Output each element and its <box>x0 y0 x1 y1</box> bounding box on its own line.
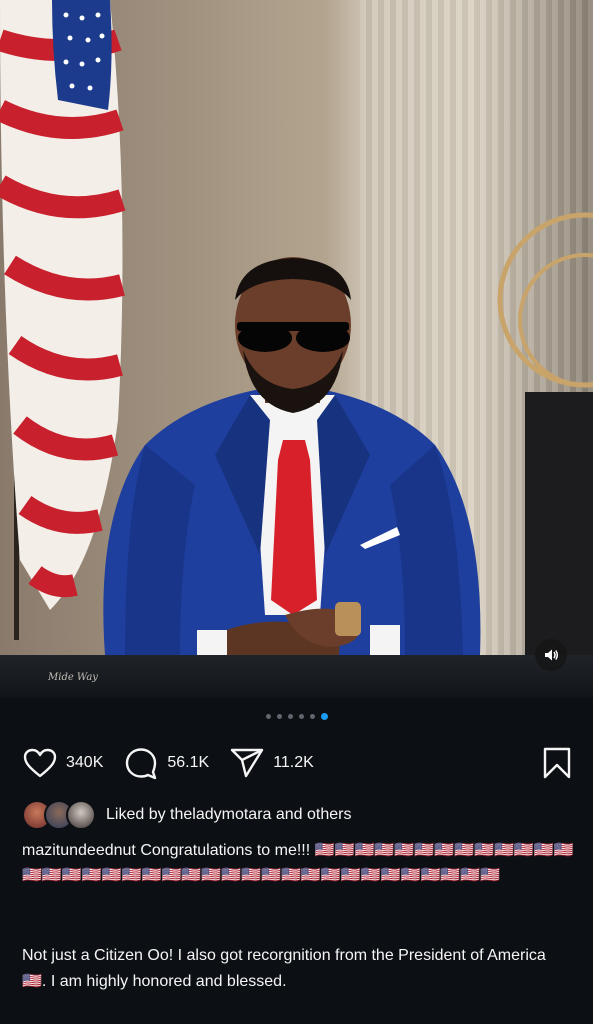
post-action-bar: 340K 56.1K 11.2K <box>22 745 572 781</box>
caption-paragraph-flag: 🇺🇸 <box>22 973 42 990</box>
caption-text: Congratulations to me!!! <box>140 842 311 859</box>
caption-username[interactable]: mazitundeednut <box>22 842 136 859</box>
post-caption: mazitundeednut Congratulations to me!!! … <box>22 838 574 888</box>
avatar <box>66 800 96 830</box>
send-icon <box>230 748 264 778</box>
heart-icon <box>23 748 57 778</box>
share-count: 11.2K <box>273 754 314 771</box>
liker-avatars <box>22 800 96 830</box>
carousel-indicator <box>0 713 593 720</box>
save-button[interactable] <box>542 747 572 784</box>
carousel-dot[interactable] <box>287 714 293 719</box>
carousel-dot[interactable] <box>265 714 271 719</box>
carousel-dot[interactable] <box>298 714 304 719</box>
speaker-icon <box>545 649 559 661</box>
decor-ring-graphic <box>497 212 593 388</box>
carousel-dot-active[interactable] <box>320 713 328 720</box>
carousel-dot[interactable] <box>276 714 282 719</box>
comment-count: 56.1K <box>167 754 210 771</box>
comment-icon <box>126 748 157 780</box>
sound-toggle-button[interactable] <box>535 639 567 671</box>
caption-paragraph: Not just a Citizen Oo! I also got recorg… <box>22 943 574 995</box>
liked-by-row[interactable]: Liked by theladymotara and others <box>22 800 351 830</box>
caption-paragraph-end: . I am highly honored and blessed. <box>41 973 287 990</box>
liked-by-text: Liked by theladymotara and others <box>106 806 352 823</box>
carousel-dot[interactable] <box>309 714 315 719</box>
like-button[interactable]: 340K <box>22 747 103 779</box>
dark-cabinet <box>525 392 593 660</box>
caption-paragraph-text: Not just a Citizen Oo! I also got recorg… <box>22 947 546 964</box>
photographer-watermark: Mide Way <box>48 672 98 683</box>
bookmark-icon <box>543 747 571 779</box>
comment-button[interactable]: 56.1K <box>123 746 209 780</box>
like-count: 340K <box>66 754 104 771</box>
person-graphic <box>103 257 481 674</box>
share-button[interactable]: 11.2K <box>229 747 314 779</box>
post-image[interactable]: Mide Way <box>0 0 593 698</box>
